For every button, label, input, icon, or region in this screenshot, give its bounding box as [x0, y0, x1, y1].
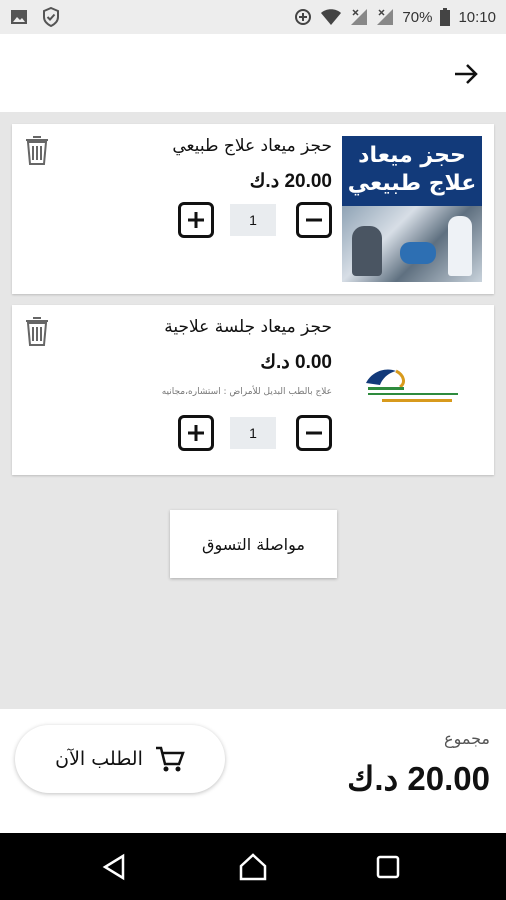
plus-icon — [188, 212, 204, 228]
minus-icon — [306, 431, 322, 435]
signal-icon — [350, 8, 368, 26]
cart-icon — [155, 746, 185, 772]
plus-icon — [188, 425, 204, 441]
data-saver-icon — [294, 8, 312, 26]
battery-percent: 70% — [402, 8, 433, 26]
item-price: 0.00 د.ك — [260, 352, 332, 373]
image-icon — [10, 8, 28, 26]
trash-icon — [26, 317, 48, 346]
app-bar — [0, 34, 506, 112]
arrow-right-icon — [455, 64, 478, 84]
status-bar: 70% 10:10 — [0, 0, 506, 34]
delete-item-button[interactable] — [24, 134, 50, 166]
order-now-label: الطلب الآن — [55, 748, 143, 770]
wifi-icon — [320, 8, 342, 26]
quantity-value[interactable]: 1 — [230, 417, 276, 449]
trash-icon — [26, 136, 48, 165]
item-title: حجز ميعاد جلسة علاجية — [164, 317, 332, 337]
order-now-button[interactable]: الطلب الآن — [15, 725, 225, 793]
item-note: علاج بالطب البديل للأمراض : استشاره،مجان… — [161, 387, 332, 397]
signal-icon — [376, 8, 394, 26]
minus-icon — [306, 218, 322, 222]
navigation-bar — [0, 833, 506, 900]
product-image-banner: حجز ميعاد علاج طبيعي — [342, 136, 482, 206]
decrease-quantity-button[interactable] — [296, 202, 332, 238]
clock: 10:10 — [458, 8, 496, 26]
quantity-stepper: 1 — [178, 415, 332, 453]
nav-back-button[interactable] — [98, 851, 130, 883]
decrease-quantity-button[interactable] — [296, 415, 332, 451]
checkout-bar: الطلب الآن مجموع 20.00 د.ك — [0, 709, 506, 833]
quantity-stepper: 1 — [178, 202, 332, 240]
total-value: 20.00 د.ك — [347, 760, 490, 797]
continue-shopping-button[interactable]: مواصلة التسوق — [170, 510, 337, 578]
product-image-text-line2: علاج طبيعي — [347, 171, 477, 196]
item-title: حجز ميعاد علاج طبيعي — [172, 136, 332, 156]
shield-check-icon — [42, 7, 60, 27]
cart-item: حجز ميعاد علاج طبيعي حجز ميعاد علاج طبيع… — [12, 124, 494, 294]
delete-item-button[interactable] — [24, 315, 50, 347]
battery-icon — [440, 8, 451, 26]
triangle-back-icon — [102, 853, 125, 881]
increase-quantity-button[interactable] — [178, 415, 214, 451]
product-logo — [342, 341, 482, 431]
nav-recents-button[interactable] — [372, 851, 404, 883]
increase-quantity-button[interactable] — [178, 202, 214, 238]
quantity-value[interactable]: 1 — [230, 204, 276, 236]
product-image: حجز ميعاد علاج طبيعي — [342, 136, 482, 282]
total-label: مجموع — [444, 729, 490, 748]
product-image-text-line1: حجز ميعاد — [358, 143, 466, 168]
back-button[interactable] — [450, 58, 482, 90]
clinic-photo — [342, 206, 482, 282]
home-icon — [239, 853, 267, 881]
cart-item: حجز ميعاد جلسة علاجية 0.00 د.ك علاج بالط… — [12, 305, 494, 475]
item-price: 20.00 د.ك — [249, 171, 332, 192]
nav-home-button[interactable] — [237, 851, 269, 883]
square-recents-icon — [376, 855, 400, 879]
